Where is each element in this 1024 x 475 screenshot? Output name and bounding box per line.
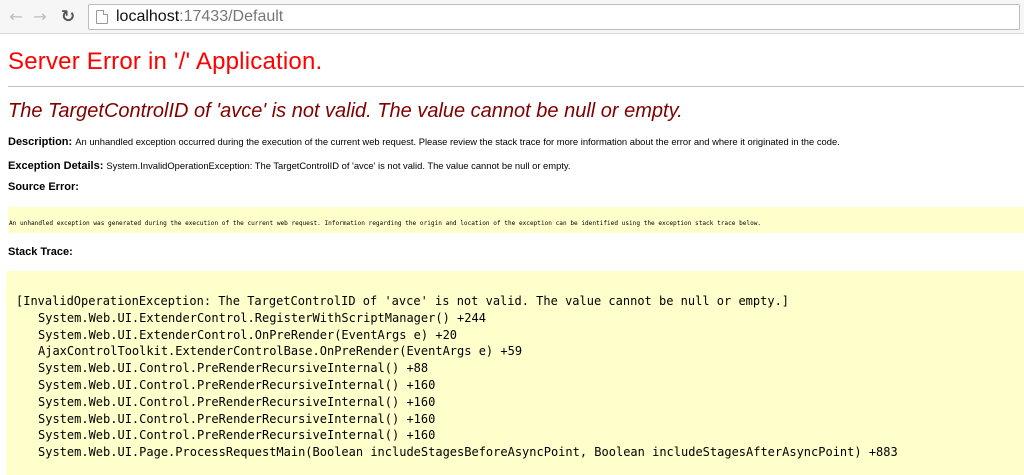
stack-frame: System.Web.UI.Page.ProcessRequestMain(Bo…	[38, 445, 898, 460]
stack-frame: AjaxControlToolkit.ExtenderControlBase.O…	[38, 344, 523, 359]
address-bar[interactable]: localhost:17433/Default	[88, 4, 1020, 30]
stack-frame: System.Web.UI.Control.PreRenderRecursive…	[38, 377, 436, 392]
stack-frame: System.Web.UI.ExtenderControl.OnPreRende…	[38, 327, 458, 342]
stack-trace-header: [InvalidOperationException: The TargetCo…	[16, 294, 790, 308]
stack-frame: System.Web.UI.ExtenderControl.RegisterWi…	[38, 310, 486, 325]
stack-frame: System.Web.UI.Control.PreRenderRecursive…	[38, 428, 436, 443]
stack-trace-label: Stack Trace:	[8, 246, 73, 258]
stack-frame: System.Web.UI.Control.PreRenderRecursive…	[38, 361, 429, 376]
description-line: Description: An unhandled exception occu…	[8, 136, 1024, 148]
description-label: Description:	[8, 136, 73, 148]
url-port-path: :17433/Default	[179, 8, 284, 25]
stack-frame: System.Web.UI.Control.PreRenderRecursive…	[38, 411, 436, 426]
browser-toolbar: ← → ↻ localhost:17433/Default	[0, 0, 1024, 34]
stack-trace-box: [InvalidOperationException: The TargetCo…	[6, 271, 1024, 475]
exception-details-label: Exception Details:	[8, 160, 104, 172]
exception-details-text: System.InvalidOperationException: The Ta…	[106, 160, 571, 171]
page-icon	[96, 10, 108, 24]
stack-frame: System.Web.UI.Control.PreRenderRecursive…	[38, 394, 436, 409]
url-host: localhost	[116, 8, 180, 25]
divider	[8, 86, 1024, 87]
exception-details-line: Exception Details: System.InvalidOperati…	[8, 160, 1024, 172]
source-error-box: An unhandled exception was generated dur…	[8, 207, 1024, 233]
source-error-label: Source Error:	[8, 181, 79, 193]
error-message: The TargetControlID of 'avce' is not val…	[8, 100, 683, 122]
forward-arrow-icon[interactable]: →	[30, 7, 50, 27]
description-text: An unhandled exception occurred during t…	[75, 136, 840, 147]
page-title: Server Error in '/' Application.	[8, 48, 323, 75]
url-text[interactable]: localhost:17433/Default	[116, 8, 283, 26]
reload-icon[interactable]: ↻	[58, 7, 78, 27]
back-arrow-icon[interactable]: ←	[6, 7, 26, 27]
source-error-text: An unhandled exception was generated dur…	[9, 220, 762, 227]
page-content: Server Error in '/' Application. The Tar…	[0, 48, 1024, 475]
